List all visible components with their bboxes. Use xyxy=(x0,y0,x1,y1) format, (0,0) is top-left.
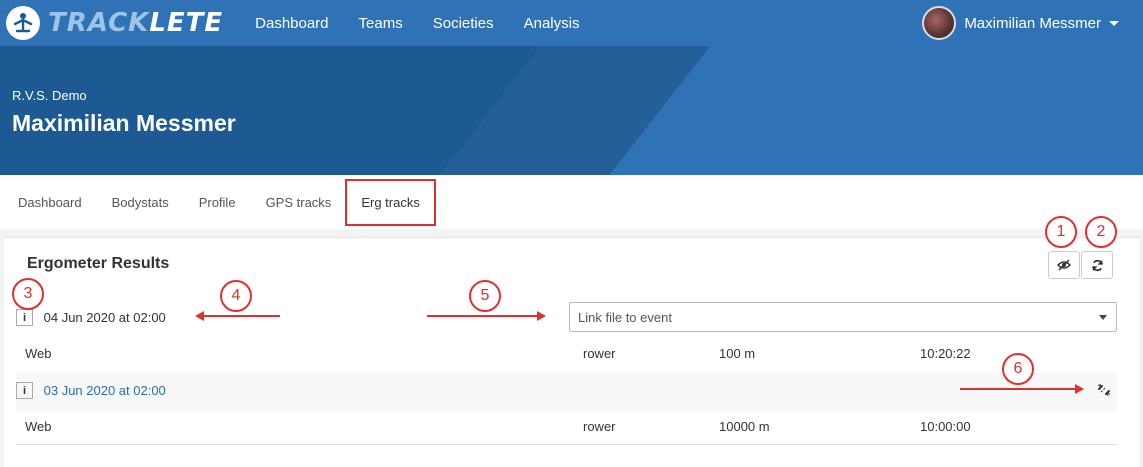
ergometer-results-panel: Ergometer Results i 04 Jun 2020 at 02:00… xyxy=(4,237,1139,467)
unlink-icon xyxy=(1097,383,1111,397)
rower-logo-icon xyxy=(6,6,40,40)
unlink-button[interactable] xyxy=(1097,383,1111,402)
annotation-arrow xyxy=(427,315,537,317)
nav-analysis[interactable]: Analysis xyxy=(524,15,580,32)
brand-name-prefix: TRACK xyxy=(48,8,150,38)
info-icon[interactable]: i xyxy=(16,382,33,400)
page-title: Maximilian Messmer xyxy=(12,110,236,136)
info-icon[interactable]: i xyxy=(16,309,33,327)
tab-profile[interactable]: Profile xyxy=(199,195,236,210)
annotation-marker: 5 xyxy=(469,280,501,312)
top-navbar: TRACKLETE Dashboard Teams Societies Anal… xyxy=(0,0,1143,46)
entry-source: Web xyxy=(25,419,52,434)
user-name: Maximilian Messmer xyxy=(964,14,1101,32)
tab-bodystats[interactable]: Bodystats xyxy=(112,195,169,210)
nav-societies[interactable]: Societies xyxy=(433,15,494,32)
user-menu[interactable]: Maximilian Messmer xyxy=(922,6,1119,40)
entry-time: 10:20:22 xyxy=(920,346,971,361)
entry-type: rower xyxy=(583,346,616,361)
tab-erg-tracks[interactable]: Erg tracks xyxy=(345,178,436,226)
entry-date-link[interactable]: 03 Jun 2020 at 02:00 xyxy=(44,383,166,398)
refresh-icon xyxy=(1091,259,1103,271)
annotation-arrowhead xyxy=(195,311,204,321)
annotation-arrowhead xyxy=(1075,384,1084,394)
brand-name-suffix: LETE xyxy=(149,8,224,38)
toggle-visibility-button[interactable] xyxy=(1048,251,1080,279)
link-event-select[interactable]: Link file to event xyxy=(569,302,1117,332)
entry-type: rower xyxy=(583,419,616,434)
entry-distance: 100 m xyxy=(719,346,756,361)
annotation-marker: 4 xyxy=(220,280,252,312)
erg-entry: i 03 Jun 2020 at 02:00 xyxy=(16,382,1116,400)
annotation-marker: 3 xyxy=(12,278,44,310)
profile-header: R.V.S. Demo Maximilian Messmer xyxy=(0,46,1143,175)
organization-name: R.V.S. Demo xyxy=(12,88,87,103)
tab-dashboard[interactable]: Dashboard xyxy=(18,195,82,210)
chevron-down-icon xyxy=(1099,315,1107,320)
brand[interactable]: TRACKLETE xyxy=(6,6,223,40)
entry-time: 10:00:00 xyxy=(920,419,971,434)
annotation-marker: 6 xyxy=(1002,353,1034,385)
chevron-down-icon xyxy=(1109,20,1119,26)
tab-gps-tracks[interactable]: GPS tracks xyxy=(266,195,332,210)
entry-distance: 10000 m xyxy=(719,419,770,434)
row-divider xyxy=(16,444,1116,445)
select-placeholder: Link file to event xyxy=(578,310,672,325)
refresh-button[interactable] xyxy=(1081,251,1113,279)
brand-name: TRACKLETE xyxy=(48,8,223,38)
annotation-arrow xyxy=(960,388,1075,390)
annotation-arrow xyxy=(203,315,280,317)
avatar xyxy=(922,6,957,40)
main-nav: Dashboard Teams Societies Analysis xyxy=(255,15,609,32)
nav-teams[interactable]: Teams xyxy=(359,15,403,32)
annotation-marker: 2 xyxy=(1085,216,1117,248)
eye-off-icon xyxy=(1057,259,1071,271)
panel-title: Ergometer Results xyxy=(27,255,170,272)
annotation-marker: 1 xyxy=(1045,216,1077,248)
entry-date: 04 Jun 2020 at 02:00 xyxy=(43,310,166,326)
entry-source: Web xyxy=(25,346,52,361)
profile-tabs: Dashboard Bodystats Profile GPS tracks E… xyxy=(0,175,1143,229)
nav-dashboard[interactable]: Dashboard xyxy=(255,15,328,32)
annotation-arrowhead xyxy=(537,311,546,321)
